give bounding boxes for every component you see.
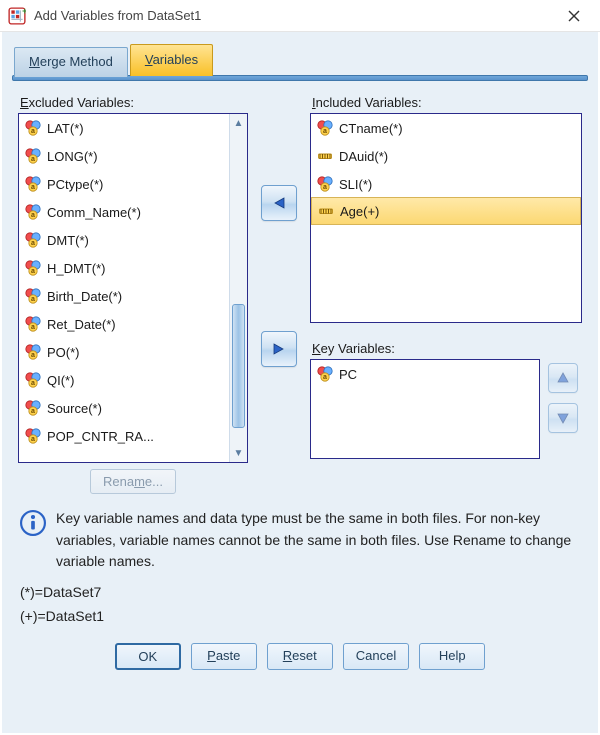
nominal-icon bbox=[25, 260, 41, 276]
list-item[interactable]: DAuid(*) bbox=[311, 142, 581, 170]
key-move-up-button[interactable] bbox=[548, 363, 578, 393]
ok-button[interactable]: OK bbox=[115, 643, 181, 670]
arrow-right-icon bbox=[271, 341, 287, 357]
excluded-label: Excluded Variables: bbox=[18, 95, 248, 110]
scale-icon bbox=[318, 203, 334, 219]
tab-label: ariables bbox=[153, 52, 199, 67]
app-icon bbox=[8, 7, 26, 25]
legend-plus: (+)=DataSet1 bbox=[20, 605, 582, 629]
scroll-thumb[interactable] bbox=[232, 304, 245, 429]
nominal-icon bbox=[25, 344, 41, 360]
tab-merge-method[interactable]: Merge Method bbox=[14, 47, 128, 77]
nominal-icon bbox=[25, 204, 41, 220]
nominal-icon bbox=[25, 316, 41, 332]
nominal-icon bbox=[25, 232, 41, 248]
dataset-legend: (*)=DataSet7 (+)=DataSet1 bbox=[18, 581, 582, 629]
dialog-buttons: OK Paste Reset Cancel Help bbox=[18, 643, 582, 670]
arrow-down-icon bbox=[555, 410, 571, 426]
nominal-icon bbox=[25, 400, 41, 416]
help-button[interactable]: Help bbox=[419, 643, 485, 670]
key-list[interactable]: PC bbox=[310, 359, 540, 459]
nominal-icon bbox=[317, 120, 333, 136]
included-label: Included Variables: bbox=[310, 95, 582, 110]
tab-label: erge Method bbox=[40, 54, 113, 69]
list-item[interactable]: PC bbox=[311, 360, 539, 388]
list-item[interactable]: SLI(*) bbox=[311, 170, 581, 198]
list-item[interactable]: DMT(*) bbox=[19, 226, 229, 254]
nominal-icon bbox=[317, 366, 333, 382]
nominal-icon bbox=[25, 372, 41, 388]
list-item[interactable]: Birth_Date(*) bbox=[19, 282, 229, 310]
list-item[interactable]: Source(*) bbox=[19, 394, 229, 422]
move-to-excluded-button[interactable] bbox=[261, 185, 297, 221]
list-item[interactable]: POP_CNTR_RA... bbox=[19, 422, 229, 450]
close-button[interactable] bbox=[554, 0, 594, 32]
list-item[interactable]: Ret_Date(*) bbox=[19, 310, 229, 338]
included-list[interactable]: CTname(*) DAuid(*) SLI(*) Age(+) bbox=[310, 113, 582, 323]
rename-button[interactable]: Rename... bbox=[90, 469, 176, 494]
window-title: Add Variables from DataSet1 bbox=[34, 8, 554, 23]
excluded-list[interactable]: ▲ ▼ LAT(*) LONG(*) PCtype(*) Comm_Name(*… bbox=[18, 113, 248, 463]
titlebar: Add Variables from DataSet1 bbox=[0, 0, 600, 32]
tabstrip: Merge Method Variables bbox=[12, 42, 588, 76]
info-icon bbox=[20, 510, 46, 536]
nominal-icon bbox=[25, 288, 41, 304]
arrow-left-icon bbox=[271, 195, 287, 211]
nominal-icon bbox=[25, 428, 41, 444]
list-item[interactable]: LONG(*) bbox=[19, 142, 229, 170]
legend-star: (*)=DataSet7 bbox=[20, 581, 582, 605]
scroll-down-icon[interactable]: ▼ bbox=[230, 444, 247, 462]
arrow-up-icon bbox=[555, 370, 571, 386]
nominal-icon bbox=[25, 148, 41, 164]
key-move-down-button[interactable] bbox=[548, 403, 578, 433]
scale-icon bbox=[317, 148, 333, 164]
list-item[interactable]: PO(*) bbox=[19, 338, 229, 366]
list-item[interactable]: QI(*) bbox=[19, 366, 229, 394]
nominal-icon bbox=[317, 176, 333, 192]
nominal-icon bbox=[25, 120, 41, 136]
list-item[interactable]: CTname(*) bbox=[311, 114, 581, 142]
paste-button[interactable]: Paste bbox=[191, 643, 257, 670]
list-item[interactable]: Comm_Name(*) bbox=[19, 198, 229, 226]
list-item[interactable]: Age(+) bbox=[311, 197, 581, 225]
list-item[interactable]: LAT(*) bbox=[19, 114, 229, 142]
list-item[interactable]: H_DMT(*) bbox=[19, 254, 229, 282]
reset-button[interactable]: Reset bbox=[267, 643, 333, 670]
scrollbar[interactable]: ▲ ▼ bbox=[229, 114, 247, 462]
scroll-up-icon[interactable]: ▲ bbox=[230, 114, 247, 132]
cancel-button[interactable]: Cancel bbox=[343, 643, 409, 670]
close-icon bbox=[568, 10, 580, 22]
info-message: Key variable names and data type must be… bbox=[18, 508, 582, 573]
list-item[interactable]: PCtype(*) bbox=[19, 170, 229, 198]
move-to-key-button[interactable] bbox=[261, 331, 297, 367]
tab-variables[interactable]: Variables bbox=[130, 44, 213, 76]
nominal-icon bbox=[25, 176, 41, 192]
key-label: Key Variables: bbox=[310, 341, 540, 356]
